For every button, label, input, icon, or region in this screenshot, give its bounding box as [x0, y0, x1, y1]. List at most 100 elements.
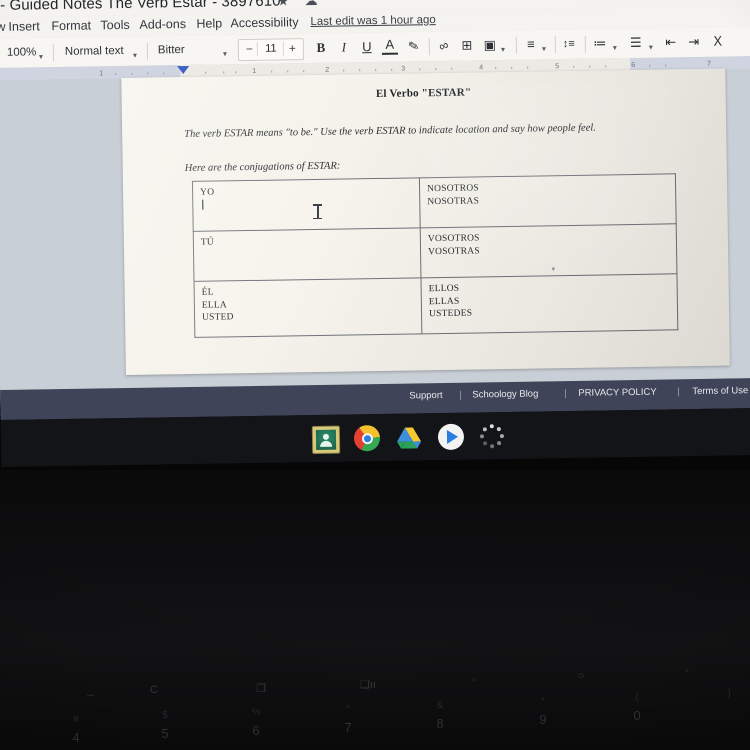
- decrease-indent-icon[interactable]: ⇤: [663, 32, 679, 52]
- font-size-stepper[interactable]: − 11 +: [237, 38, 305, 62]
- conjugation-table[interactable]: YO NOSOTROS NOSOTRAS TÚ VOSOTROS VOSOTRA…: [191, 173, 679, 338]
- numbered-list-icon[interactable]: ≔: [592, 33, 608, 53]
- key-digit-7[interactable]: 7: [338, 720, 358, 735]
- footer-separator: |: [564, 388, 567, 400]
- ruler-tick: 6: [631, 61, 636, 69]
- loading-spinner-icon: [479, 424, 505, 449]
- text-caret: [202, 199, 204, 210]
- body-paragraph-2: Here are the conjugations of ESTAR:: [184, 160, 341, 175]
- table-cell-el-ella-usted[interactable]: ÉL ELLA USTED: [194, 277, 422, 338]
- indent-marker[interactable]: [177, 65, 190, 75]
- key-symbol[interactable]: ^: [338, 704, 358, 715]
- footer-separator: |: [459, 389, 462, 401]
- menu-item-format[interactable]: Format: [51, 18, 91, 33]
- increase-indent-icon[interactable]: ⇥: [686, 32, 702, 52]
- chrome-icon[interactable]: [353, 424, 381, 452]
- ruler-tick: 2: [325, 66, 330, 74]
- menu-item-help[interactable]: Help: [196, 16, 222, 30]
- font-size-input[interactable]: 11: [258, 39, 284, 57]
- key-digit-5[interactable]: 5: [155, 726, 175, 741]
- mouse-cursor-ibeam: [313, 204, 322, 219]
- ruler-tick: 4: [479, 64, 484, 72]
- key-forward[interactable]: →: [80, 688, 100, 700]
- menu-item-accessibility[interactable]: Accessibility: [230, 15, 298, 30]
- table-row[interactable]: YO NOSOTROS NOSOTRAS: [192, 173, 677, 232]
- document-canvas: El Verbo "ESTAR" The verb ESTAR means "t…: [0, 67, 750, 390]
- italic-button[interactable]: I: [336, 37, 352, 57]
- add-comment-icon[interactable]: ⊞: [459, 35, 475, 55]
- key-symbol[interactable]: $: [155, 710, 175, 721]
- footer-link-schoology-blog[interactable]: Schoology Blog: [472, 388, 538, 400]
- cloud-saved-icon[interactable]: ☁: [304, 0, 318, 8]
- key-digit-4[interactable]: 4: [66, 730, 86, 745]
- menu-item-tools[interactable]: Tools: [100, 18, 129, 32]
- menu-item-add-ons[interactable]: Add-ons: [139, 17, 186, 32]
- font-family-value[interactable]: Bitter: [158, 40, 185, 60]
- font-size-increase-button[interactable]: +: [284, 39, 301, 57]
- align-icon[interactable]: ≡: [523, 34, 539, 54]
- zoom-chevron-down-icon[interactable]: ▾: [39, 47, 43, 67]
- key-digit-6[interactable]: 6: [246, 723, 266, 738]
- zoom-level[interactable]: 100%: [7, 42, 37, 62]
- key-digit-0[interactable]: 0: [627, 708, 647, 723]
- footer-link-privacy-policy[interactable]: PRIVACY POLICY: [578, 387, 656, 399]
- bulleted-list-chevron-down-icon[interactable]: ▾: [649, 38, 653, 58]
- table-cell-tu[interactable]: TÚ: [193, 227, 421, 282]
- key-reload[interactable]: C: [144, 684, 164, 696]
- body-paragraph-1: The verb ESTAR means "to be." Use the ve…: [184, 122, 596, 141]
- table-cell-yo[interactable]: YO: [192, 177, 421, 232]
- key-digit-9[interactable]: 9: [533, 712, 553, 727]
- bold-button[interactable]: B: [313, 38, 329, 58]
- key-brightness-up[interactable]: ○: [571, 670, 591, 682]
- footer-separator: |: [677, 386, 680, 398]
- table-cell-ellos-ellas-ustedes[interactable]: ELLOS ELLAS USTEDES: [420, 273, 678, 334]
- document-title[interactable]: - Guided Notes The Verb Estar - 3897610: [0, 0, 281, 14]
- key-symbol[interactable]: #: [66, 714, 86, 725]
- key-symbol[interactable]: %: [246, 707, 266, 718]
- document-page[interactable]: El Verbo "ESTAR" The verb ESTAR means "t…: [121, 68, 730, 375]
- table-row[interactable]: ÉL ELLA USTED ELLOS ELLAS USTEDES: [194, 273, 678, 338]
- last-edit-status[interactable]: Last edit was 1 hour ago: [310, 14, 435, 28]
- key-fullscreen[interactable]: ❐: [250, 682, 272, 695]
- ruler-tick: 5: [555, 63, 560, 71]
- key-symbol[interactable]: *: [533, 696, 553, 707]
- page-title: El Verbo "ESTAR": [375, 86, 472, 101]
- numbered-list-chevron-down-icon[interactable]: ▾: [613, 38, 617, 58]
- key-overview[interactable]: ❑ıı: [355, 678, 381, 691]
- google-drive-icon[interactable]: [396, 424, 422, 450]
- table-row[interactable]: TÚ VOSOTROS VOSOTRAS: [193, 223, 677, 282]
- menu-item-view[interactable]: w: [0, 20, 6, 34]
- footer-link-terms-of-use[interactable]: Terms of Use: [692, 385, 748, 397]
- table-cell-nosotros[interactable]: NOSOTROS NOSOTRAS: [419, 173, 677, 228]
- style-chevron-down-icon[interactable]: ▾: [133, 46, 137, 66]
- font-size-decrease-button[interactable]: −: [241, 40, 258, 58]
- key-symbol[interactable]: (: [627, 692, 647, 703]
- text-color-button[interactable]: A: [381, 36, 398, 55]
- paragraph-style[interactable]: Normal text: [65, 41, 124, 62]
- key-brightness-down[interactable]: ◦: [464, 674, 484, 686]
- play-store-icon[interactable]: [437, 423, 465, 451]
- line-spacing-icon[interactable]: ↕≡: [560, 34, 578, 54]
- ruler-tick: 1: [99, 70, 104, 78]
- menu-item-insert[interactable]: Insert: [8, 19, 39, 33]
- insert-link-icon[interactable]: ∞: [433, 34, 455, 58]
- align-chevron-down-icon[interactable]: ▾: [542, 39, 546, 59]
- ruler-tick: 1: [252, 67, 257, 75]
- cell-text: TÚ: [200, 237, 215, 248]
- key-digit-8[interactable]: 8: [430, 716, 450, 731]
- bulleted-list-icon[interactable]: ☰: [628, 33, 644, 53]
- insert-image-icon[interactable]: ▣: [482, 35, 498, 55]
- font-chevron-down-icon[interactable]: ▾: [223, 44, 227, 64]
- photo-of-laptop-screen: - Guided Notes The Verb Estar - 3897610 …: [0, 0, 750, 750]
- key-mute[interactable]: ◦: [677, 665, 697, 677]
- star-icon[interactable]: ★: [276, 0, 290, 9]
- contacts-icon[interactable]: [311, 425, 341, 455]
- clear-formatting-icon[interactable]: Ｘ: [710, 32, 726, 52]
- image-chevron-down-icon[interactable]: ▾: [501, 40, 505, 60]
- highlight-icon[interactable]: ✎: [404, 35, 424, 58]
- key-symbol[interactable]: ): [719, 688, 739, 699]
- column-resize-handle-icon[interactable]: ▾: [549, 266, 557, 274]
- underline-button[interactable]: U: [359, 37, 375, 57]
- footer-link-support[interactable]: Support: [409, 390, 442, 402]
- key-symbol[interactable]: &: [430, 700, 450, 711]
